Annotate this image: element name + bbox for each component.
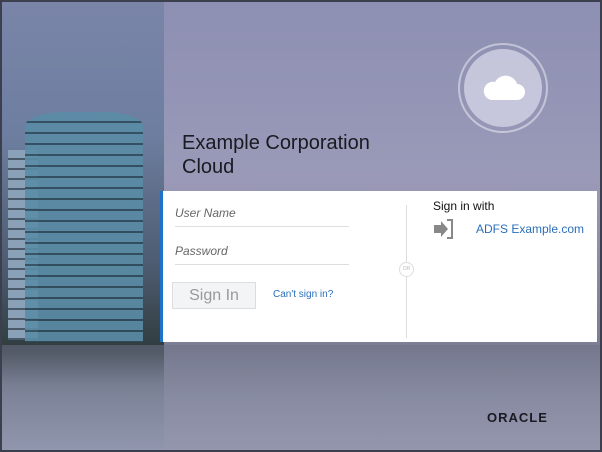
cloud-icon bbox=[483, 75, 525, 100]
oracle-logo: ORACLE bbox=[487, 410, 548, 425]
cloud-badge bbox=[458, 43, 548, 133]
sso-heading: Sign in with bbox=[433, 199, 495, 213]
or-separator: OR bbox=[399, 262, 414, 277]
sign-in-button[interactable]: Sign In bbox=[172, 282, 256, 309]
title-line-2: Cloud bbox=[182, 156, 235, 178]
page-title: Example Corporation Cloud bbox=[182, 131, 370, 179]
tower-building bbox=[25, 112, 143, 342]
title-line-1: Example Corporation bbox=[182, 132, 370, 154]
username-input[interactable] bbox=[175, 206, 349, 227]
login-panel: Sign In Can't sign in? OR Sign in with A… bbox=[160, 191, 597, 342]
water-reflection bbox=[0, 345, 602, 452]
password-input[interactable] bbox=[175, 244, 349, 265]
adfs-provider-link[interactable]: ADFS Example.com bbox=[476, 222, 584, 236]
sign-in-arrow-icon bbox=[434, 219, 453, 239]
cant-sign-in-link[interactable]: Can't sign in? bbox=[273, 289, 333, 300]
